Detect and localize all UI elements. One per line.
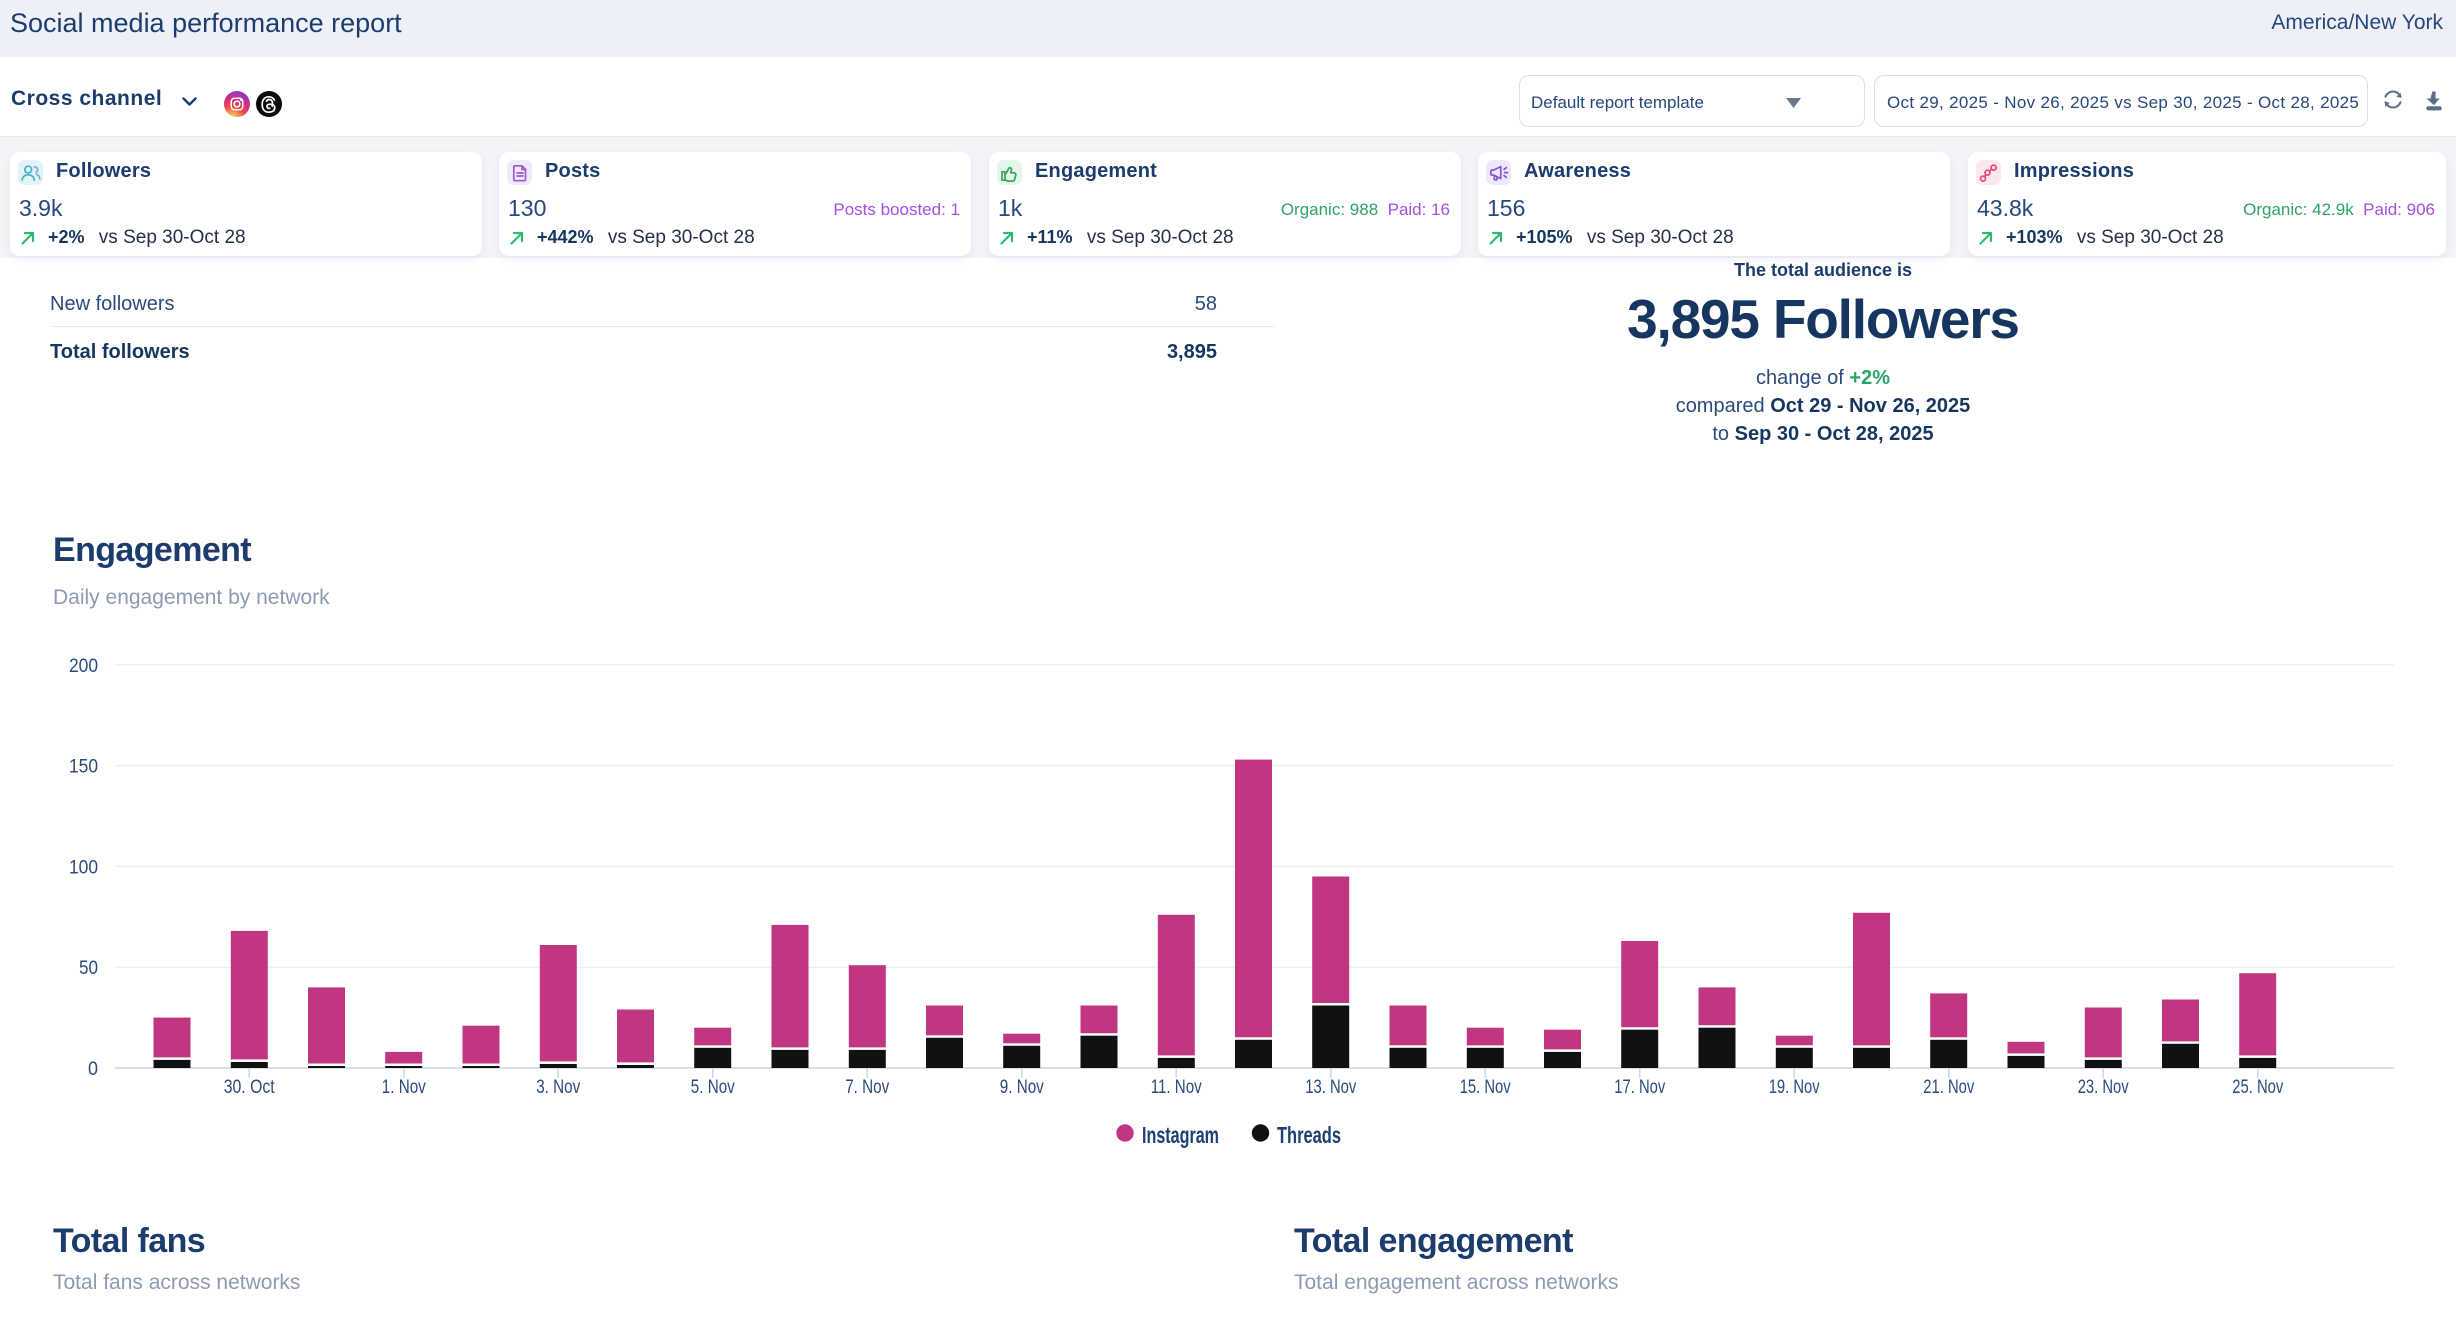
svg-text:200: 200	[69, 656, 98, 677]
svg-text:0: 0	[88, 1059, 98, 1080]
svg-text:19. Nov: 19. Nov	[1769, 1077, 1820, 1098]
svg-text:25. Nov: 25. Nov	[2232, 1077, 2283, 1098]
svg-text:30. Oct: 30. Oct	[224, 1077, 276, 1098]
svg-text:100: 100	[69, 857, 98, 878]
svg-text:Instagram: Instagram	[1142, 1122, 1219, 1148]
svg-text:1. Nov: 1. Nov	[382, 1077, 426, 1098]
svg-text:9. Nov: 9. Nov	[1000, 1077, 1044, 1098]
svg-text:17. Nov: 17. Nov	[1614, 1077, 1665, 1098]
svg-text:150: 150	[69, 757, 98, 778]
svg-text:21. Nov: 21. Nov	[1923, 1077, 1974, 1098]
svg-text:11. Nov: 11. Nov	[1151, 1077, 1202, 1098]
svg-text:3. Nov: 3. Nov	[536, 1077, 580, 1098]
svg-text:13. Nov: 13. Nov	[1305, 1077, 1356, 1098]
svg-text:23. Nov: 23. Nov	[2078, 1077, 2129, 1098]
svg-text:50: 50	[79, 958, 98, 979]
svg-text:Threads: Threads	[1277, 1122, 1341, 1148]
svg-text:5. Nov: 5. Nov	[691, 1077, 735, 1098]
svg-text:15. Nov: 15. Nov	[1460, 1077, 1511, 1098]
svg-text:7. Nov: 7. Nov	[845, 1077, 889, 1098]
